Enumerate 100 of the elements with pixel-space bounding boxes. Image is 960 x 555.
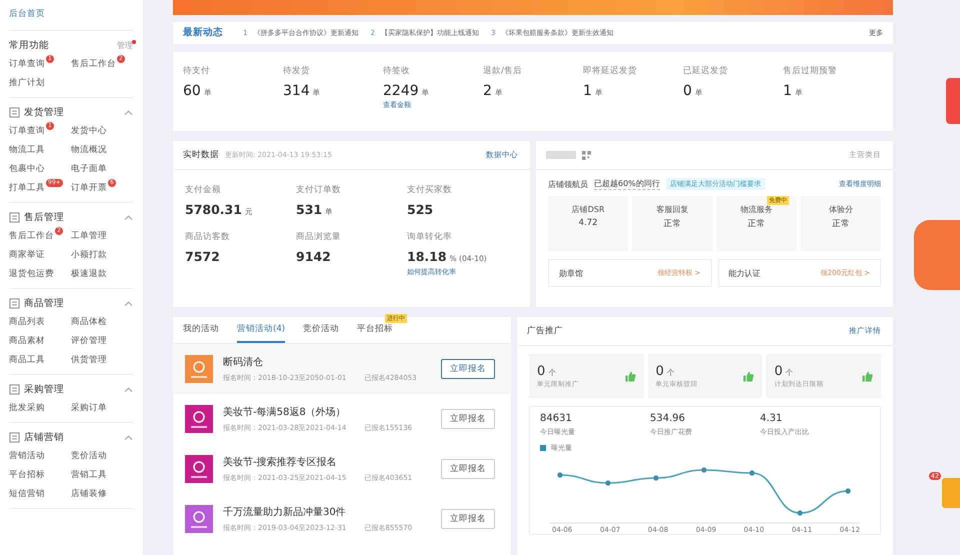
stat-value: 1 <box>783 82 792 99</box>
activity-title: 断码清仓 <box>223 356 264 370</box>
sidebar-link[interactable]: 小额打款 <box>71 248 107 260</box>
caret-icon[interactable] <box>124 214 133 220</box>
sidebar-link[interactable]: 物流工具 <box>9 144 45 156</box>
metric-value: 531 <box>296 202 322 218</box>
metric-label: 物流服务 <box>740 204 773 216</box>
today-value: 4.31 <box>760 413 784 424</box>
stat-label: 售后过期预警 <box>783 64 837 77</box>
metric-value: 正常 <box>663 218 682 230</box>
signup-button[interactable]: 立即报名 <box>441 459 495 480</box>
sidebar-link[interactable]: 售后工作台 <box>9 230 54 242</box>
today-value: 534.96 <box>650 413 686 424</box>
sidebar-link[interactable]: 商品工具 <box>9 354 45 366</box>
sidebar-link[interactable]: 采购订单 <box>71 402 107 414</box>
sidebar-link[interactable]: 物流概况 <box>71 144 107 156</box>
sidebar-link[interactable]: 工单管理 <box>71 230 107 242</box>
metric-label: 支付金额 <box>185 184 221 196</box>
alert-value: 0 <box>656 364 664 379</box>
stat-value: 0 <box>683 82 692 99</box>
section-icon <box>9 107 20 118</box>
stat-label: 即将延迟发货 <box>583 64 637 77</box>
caret-icon[interactable] <box>124 300 133 306</box>
section-title: 发货管理 <box>24 106 65 119</box>
rank-text: 已超越60%的同行 <box>594 178 660 190</box>
benefit-label: 勋章馆 <box>559 268 583 279</box>
tab[interactable]: 我的活动 <box>183 323 219 344</box>
section-title: 采购管理 <box>24 383 65 396</box>
stat-value: 2 <box>483 82 492 99</box>
stat-value: 1 <box>583 82 592 99</box>
alert-value: 0 <box>774 364 783 379</box>
metric-value: 正常 <box>748 218 766 230</box>
sidebar-link[interactable]: 打单工具 <box>9 182 45 194</box>
sidebar-link[interactable]: 退货包运费 <box>9 268 54 280</box>
promo-placeholder[interactable] <box>914 220 960 290</box>
sidebar-link[interactable]: 推广计划 <box>9 76 45 88</box>
activity-title: 千万流量助力新品冲量30件 <box>223 506 347 520</box>
section-title: 商品管理 <box>24 297 65 310</box>
sidebar-link[interactable]: 供货管理 <box>71 354 107 366</box>
sidebar-link[interactable]: 极速退款 <box>71 268 107 280</box>
sidebar-link[interactable]: 短信营销 <box>9 488 45 500</box>
metric-label: 客服回复 <box>656 204 688 216</box>
qr-icon[interactable] <box>582 150 591 160</box>
section-icon <box>9 298 20 309</box>
sidebar-link[interactable]: 包裹中心 <box>9 162 45 174</box>
metric-value: 525 <box>407 202 434 218</box>
sidebar-link[interactable]: 订单查询 <box>9 58 45 70</box>
metric-value: 18.18 <box>407 249 447 264</box>
sidebar-link[interactable]: 商品体检 <box>71 316 107 328</box>
caret-icon[interactable] <box>124 110 133 116</box>
tab[interactable]: 平台招标 <box>357 323 394 344</box>
sidebar-link[interactable]: 订单查询 <box>9 124 45 136</box>
thumbs-up-icon <box>862 370 873 382</box>
stat-label: 待发货 <box>283 64 310 77</box>
metric-label: 商品访客数 <box>185 231 230 244</box>
section-icon <box>9 432 20 443</box>
stat-label: 待支付 <box>183 64 210 77</box>
caret-icon[interactable] <box>124 386 133 392</box>
sidebar-link[interactable]: 批发采购 <box>9 402 45 414</box>
sidebar-link[interactable]: 电子面单 <box>71 162 107 174</box>
sidebar-link[interactable]: 平台招标 <box>9 468 45 480</box>
sidebar-link[interactable]: 商品素材 <box>9 334 45 346</box>
sidebar-link[interactable]: 店铺装修 <box>71 488 107 500</box>
notification-dot <box>132 40 136 44</box>
sidebar-link[interactable]: 营销活动 <box>9 450 45 462</box>
activity-title: 美妆节-每满58返8（外场） <box>223 406 347 420</box>
sidebar-link[interactable]: 发货中心 <box>71 124 107 136</box>
metric-label: 支付买家数 <box>407 184 452 196</box>
rank-label: 店铺领航员 <box>548 178 588 190</box>
metric-label: 体验分 <box>828 204 853 216</box>
home-link[interactable]: 后台首页 <box>9 0 133 31</box>
signup-button[interactable]: 立即报名 <box>441 359 495 380</box>
news-title: 最新动态 <box>183 26 223 40</box>
metric-value: 5780.31 <box>185 202 242 218</box>
stat-value: 60 <box>183 82 201 99</box>
sidebar-link[interactable]: 营销工具 <box>71 468 107 480</box>
section-icon <box>9 384 20 395</box>
sidebar-link[interactable]: 商品列表 <box>9 316 45 328</box>
metric-label: 店铺DSR <box>572 204 605 216</box>
metric-value: 4.72 <box>578 218 598 228</box>
sidebar-link[interactable]: 商家举证 <box>9 248 45 260</box>
sidebar-link[interactable]: 竞价活动 <box>71 450 107 462</box>
promo-banner[interactable] <box>173 0 893 15</box>
signup-button[interactable]: 立即报名 <box>441 509 495 530</box>
caret-icon[interactable] <box>124 434 133 440</box>
stat-label: 已延迟发货 <box>683 64 728 77</box>
metric-value: 9142 <box>296 249 331 264</box>
store-name-placeholder <box>546 151 576 160</box>
sidebar-link[interactable]: 售后工作台 <box>71 58 116 70</box>
stat-value: 314 <box>283 82 310 99</box>
tab[interactable]: 竞价活动 <box>303 323 340 344</box>
benefit-label: 能力认证 <box>728 268 760 279</box>
sidebar-link[interactable]: 评价管理 <box>71 334 107 346</box>
alert-value: 0 <box>537 364 546 379</box>
thumbs-up-icon <box>624 370 636 382</box>
signup-button[interactable]: 立即报名 <box>441 409 495 430</box>
sidebar-link[interactable]: 订单开票 <box>71 182 107 194</box>
thumbs-up-icon <box>743 370 754 382</box>
metric-value: 正常 <box>832 218 850 230</box>
metric-label: 商品浏览量 <box>296 231 341 244</box>
